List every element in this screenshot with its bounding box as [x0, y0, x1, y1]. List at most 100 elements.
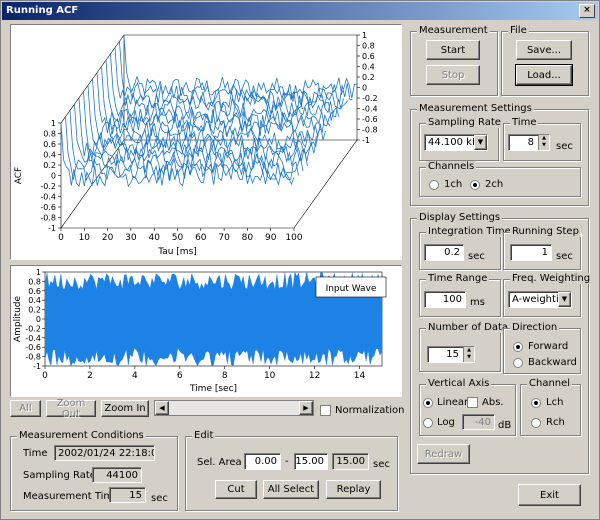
acf-right-tick-label: 0.4 — [362, 63, 375, 72]
log-label: Log — [437, 417, 455, 428]
redraw-button[interactable]: Redraw — [417, 444, 470, 464]
wave-y-tick-label: -0.4 — [25, 334, 41, 343]
number-of-data-legend: Number of Data — [426, 322, 511, 333]
acf-x-tick-label: 90 — [265, 233, 277, 243]
time-unit: sec — [556, 141, 573, 152]
edit-legend: Edit — [192, 430, 216, 441]
acf-left-tick-label: -0.8 — [40, 214, 56, 223]
lch-label: Lch — [546, 397, 564, 408]
zoom-in-button[interactable]: Zoom In — [101, 400, 149, 417]
linear-radio[interactable] — [423, 398, 433, 408]
ch2-label: 2ch — [485, 179, 504, 190]
wave-y-tick-label: 0.8 — [28, 277, 41, 286]
rch-label: Rch — [546, 417, 565, 428]
chevron-down-icon[interactable]: ▼ — [474, 135, 487, 150]
time-scrollbar[interactable]: ◀ ▶ — [154, 400, 314, 416]
acf-right-tick-label: -1 — [362, 136, 370, 145]
wave-x-tick-label: 4 — [132, 371, 138, 381]
acf-right-tick-label: 0 — [362, 84, 367, 93]
log-radio[interactable] — [423, 418, 433, 428]
integration-time-input[interactable]: 0.2 — [424, 244, 464, 261]
wave-x-tick-label: 6 — [177, 371, 183, 381]
all-select-button[interactable]: All Select — [263, 480, 319, 499]
close-button[interactable]: × — [579, 4, 595, 18]
abs-label: Abs. — [482, 397, 504, 408]
replay-button[interactable]: Replay — [326, 480, 381, 499]
acf-x-tick-label: 80 — [242, 233, 254, 243]
zoom-out-button[interactable]: Zoom Out — [46, 398, 96, 420]
acf-left-tick-label: -0.6 — [40, 203, 56, 212]
zoom-all-button[interactable]: All — [10, 400, 41, 417]
wave-y-tick-label: 1 — [36, 268, 41, 277]
wave-x-tick-label: 2 — [87, 371, 93, 381]
forward-radio[interactable] — [513, 342, 523, 352]
start-button[interactable]: Start — [426, 40, 480, 60]
acf-x-axis-label: Tau [ms] — [157, 247, 197, 257]
mc-mtime-unit: sec — [151, 493, 168, 504]
acf-x-tick-label: 30 — [125, 233, 137, 243]
exit-button[interactable]: Exit — [518, 484, 581, 506]
wave-y-tick-label: -0.8 — [25, 353, 41, 362]
channel-group: Channel — [520, 378, 581, 436]
time-value: 8 — [527, 137, 534, 148]
spin-arrows-icon[interactable]: ▲ ▼ — [463, 347, 474, 362]
wave-x-tick-label: 12 — [309, 371, 320, 381]
acf-right-tick-label: 0.8 — [362, 42, 375, 51]
mc-rate-value: 44100 — [92, 467, 142, 483]
freq-weighting-select[interactable]: A-weighting ▼ — [508, 291, 572, 308]
time-range-input[interactable]: 100 — [424, 291, 466, 308]
acf-trace — [110, 54, 344, 118]
spin-arrows-icon[interactable]: ▲ ▼ — [538, 135, 549, 150]
sel-area-from-input[interactable]: 0.00 — [244, 453, 281, 470]
rch-radio[interactable] — [531, 418, 541, 428]
acf-right-tick-label: -0.8 — [362, 126, 378, 135]
scroll-left-button[interactable]: ◀ — [155, 401, 169, 415]
integration-time-legend: Integration Time — [426, 226, 513, 237]
wave-x-axis-label: Time [sec] — [189, 384, 237, 394]
wave-y-tick-label: 0 — [36, 315, 41, 324]
linear-label: Linear — [437, 397, 469, 408]
mc-time-label: Time — [23, 448, 48, 459]
sampling-rate-select[interactable]: 44.100 kHz ▼ — [424, 134, 488, 151]
log-value-input[interactable]: -40 — [462, 414, 495, 430]
channels-legend: Channels — [426, 161, 477, 172]
scroll-right-button[interactable]: ▶ — [299, 401, 313, 415]
number-of-data-spinner[interactable]: 15 ▲ ▼ — [427, 346, 475, 363]
wave-y-axis-label: Amplitude — [13, 295, 23, 342]
save-button[interactable]: Save... — [516, 40, 572, 60]
mc-mtime-label: Measurement Time — [23, 491, 120, 502]
cut-button[interactable]: Cut — [215, 480, 257, 499]
vertical-axis-legend: Vertical Axis — [426, 378, 492, 389]
time-range-unit: ms — [470, 297, 485, 308]
file-legend: File — [508, 25, 529, 36]
time-spinner[interactable]: 8 ▲ ▼ — [508, 134, 550, 151]
running-step-input[interactable]: 1 — [510, 244, 552, 261]
abs-checkbox[interactable] — [467, 397, 478, 408]
measurement-settings-legend: Measurement Settings — [417, 103, 534, 114]
load-button[interactable]: Load... — [515, 64, 573, 86]
stop-button[interactable]: Stop — [426, 65, 480, 85]
wave-x-tick-label: 0 — [42, 371, 48, 381]
wave-y-tick-label: 0.4 — [28, 296, 41, 305]
normalization-checkbox[interactable] — [320, 405, 331, 416]
acf-right-tick-label: -0.6 — [362, 115, 378, 124]
running-step-unit: sec — [556, 251, 573, 262]
wave-x-tick-label: 10 — [264, 371, 276, 381]
window-title: Running ACF — [6, 5, 79, 16]
ch1-radio[interactable] — [429, 180, 439, 190]
ch1-label: 1ch — [444, 179, 463, 190]
ch2-radio[interactable] — [470, 180, 480, 190]
lch-radio[interactable] — [531, 398, 541, 408]
backward-radio[interactable] — [513, 358, 523, 368]
acf-plot-svg: 10.80.60.40.20-0.2-0.4-0.6-0.8-110.80.60… — [14, 31, 378, 257]
wave-legend-label: Input Wave — [326, 284, 377, 294]
acf-x-tick-label: 100 — [285, 233, 302, 243]
chevron-down-icon[interactable]: ▼ — [558, 292, 571, 307]
number-of-data-value: 15 — [446, 349, 459, 360]
acf-right-tick-label: 0.6 — [362, 52, 375, 61]
acf-left-tick-label: -1 — [48, 224, 56, 233]
acf-left-tick-label: 0.2 — [43, 161, 56, 170]
sel-area-label: Sel. Area — [197, 457, 242, 468]
sel-area-to-input[interactable]: 15.00 — [294, 453, 328, 470]
normalization-label: Normalization — [335, 405, 405, 416]
